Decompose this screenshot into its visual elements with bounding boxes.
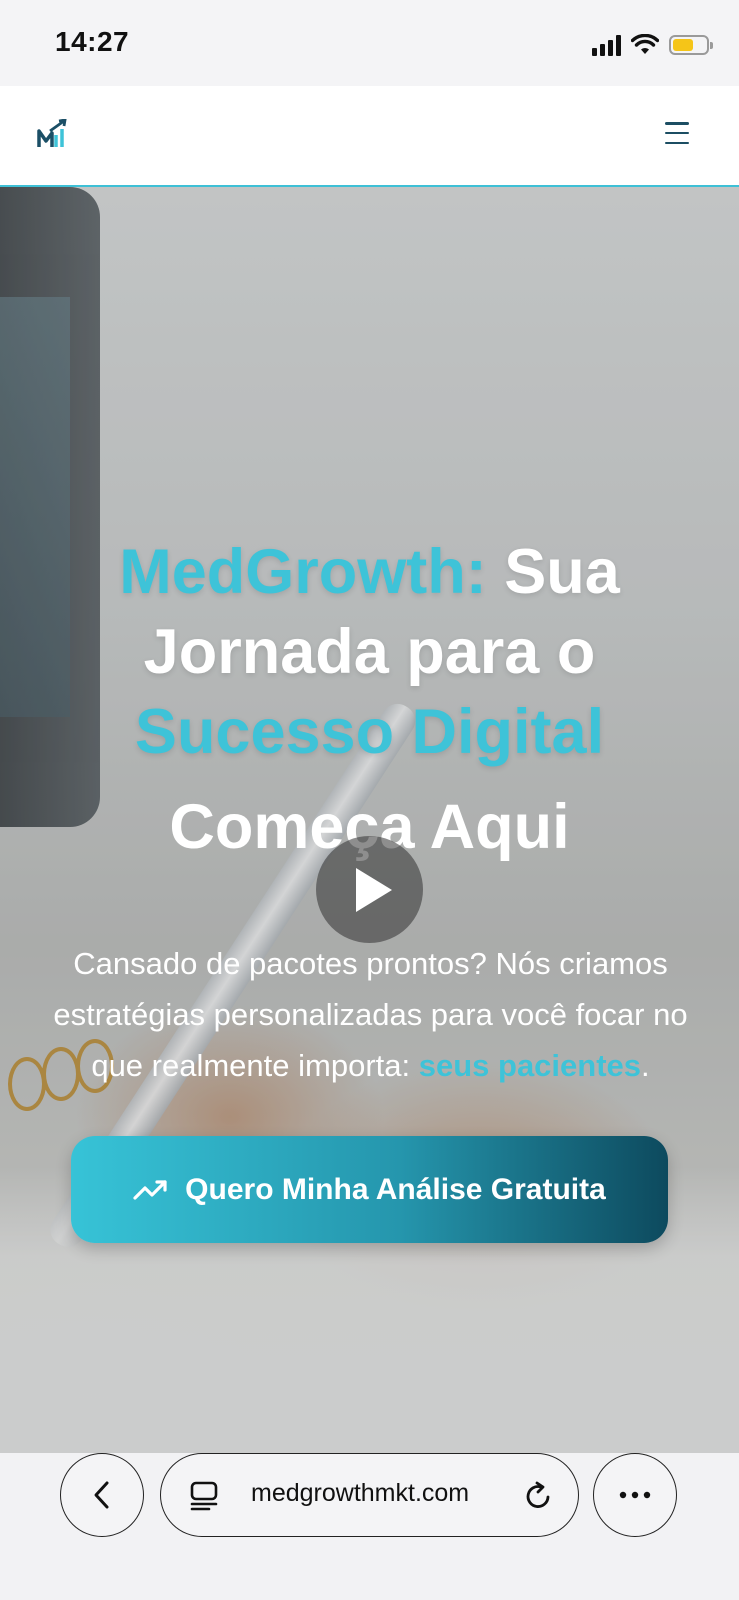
hero-section: MedGrowth: Sua Jornada para o Sucesso Di…: [0, 187, 739, 1453]
url-text: medgrowthmkt.com: [251, 1479, 470, 1507]
back-button[interactable]: [60, 1453, 144, 1537]
battery-icon: [669, 35, 713, 55]
address-bar[interactable]: medgrowthmkt.com: [160, 1453, 579, 1537]
cta-label: Quero Minha Análise Gratuita: [185, 1172, 606, 1206]
hero-subtext: Cansado de pacotes prontos? Nós criamos …: [38, 938, 703, 1091]
reload-icon[interactable]: [522, 1480, 554, 1512]
subtext-accent: seus pacientes: [418, 1048, 642, 1083]
status-bar: 14:27: [0, 0, 739, 86]
browser-toolbar: medgrowthmkt.com: [0, 1453, 739, 1600]
free-analysis-cta-button[interactable]: Quero Minha Análise Gratuita: [71, 1136, 668, 1243]
site-header: [0, 86, 739, 187]
play-video-button[interactable]: [316, 836, 423, 943]
logo-icon[interactable]: [37, 119, 69, 149]
chevron-left-icon: [94, 1481, 109, 1509]
trending-up-icon: [133, 1179, 167, 1200]
signal-icon: [592, 34, 621, 56]
more-options-button[interactable]: [593, 1453, 677, 1537]
headline-accent-success: Sucesso Digital: [134, 697, 605, 767]
status-time: 14:27: [55, 26, 130, 57]
hero-headline: MedGrowth: Sua Jornada para o Sucesso Di…: [60, 532, 679, 772]
subtext-end: .: [641, 1048, 650, 1083]
hamburger-menu-icon[interactable]: [665, 122, 689, 144]
wifi-icon: [631, 34, 659, 54]
headline-accent-brand: MedGrowth:: [119, 537, 487, 607]
status-icons: [592, 30, 713, 60]
ellipsis-icon: [619, 1491, 651, 1499]
tab-overview-icon[interactable]: [189, 1480, 219, 1512]
